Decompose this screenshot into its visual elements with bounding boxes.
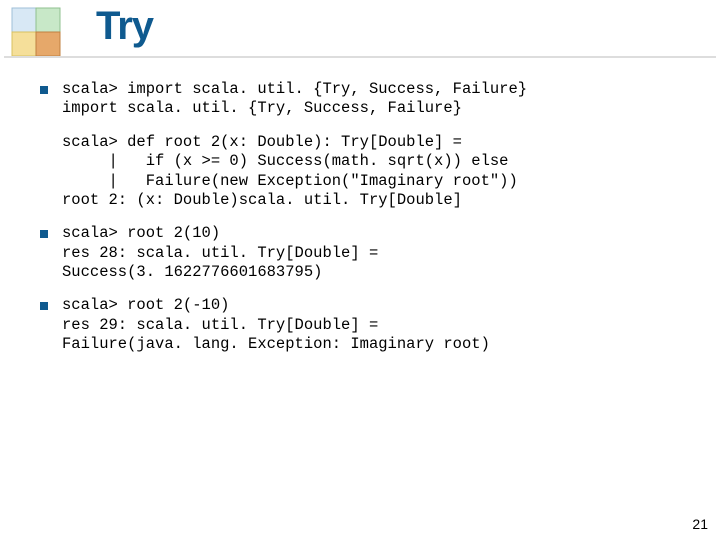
code-block: scala> import scala. util. {Try, Success… [62,80,527,119]
bullet-item: scala> import scala. util. {Try, Success… [40,80,680,119]
slide-header: Try [0,0,720,60]
bullet-item: scala> root 2(-10) res 29: scala. util. … [40,296,680,354]
bullet-item: scala> root 2(10) res 28: scala. util. T… [40,224,680,282]
bullet-icon [40,302,48,310]
code-block: scala> root 2(-10) res 29: scala. util. … [62,296,490,354]
slide: Try scala> import scala. util. {Try, Suc… [0,0,720,540]
bullet-icon [40,86,48,94]
divider [4,56,716,58]
bullet-icon [40,230,48,238]
code-block: scala> def root 2(x: Double): Try[Double… [62,133,680,211]
page-number: 21 [692,516,708,532]
slide-body: scala> import scala. util. {Try, Success… [40,80,680,369]
slide-title: Try [96,4,153,49]
logo-icon [8,4,78,60]
code-block: scala> root 2(10) res 28: scala. util. T… [62,224,378,282]
